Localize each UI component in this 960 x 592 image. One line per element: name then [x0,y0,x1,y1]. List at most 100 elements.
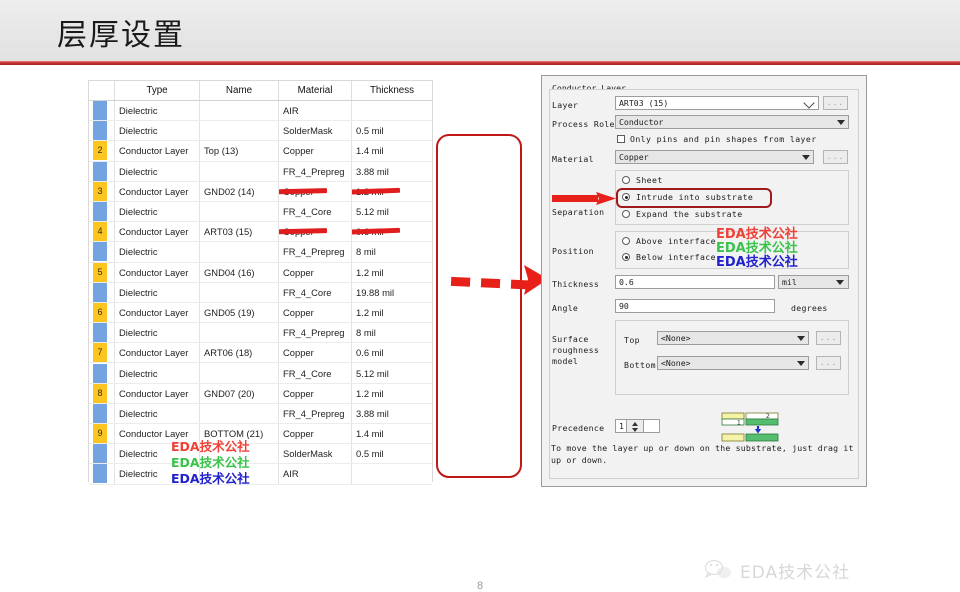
separation-option-intrude[interactable]: Intrude into substrate [636,192,753,202]
cell-thickness[interactable] [351,100,432,122]
cell-name[interactable]: GND02 (14) [199,181,279,202]
cell-thickness[interactable]: 19.88 mil [351,282,432,303]
table-row[interactable]: 5 Conductor Layer GND04 (16) Copper 1.2 mil [89,262,432,283]
cell-name[interactable]: ART06 (18) [199,342,279,364]
table-row[interactable]: Dielectric AIR [89,463,432,485]
separation-option-sheet[interactable]: Sheet [636,175,663,185]
cell-type[interactable]: Dielectric [114,161,200,182]
cell-thickness[interactable]: 8 mil [351,241,432,263]
table-row[interactable]: Dielectric FR_4_Prepreg 3.88 mil [89,161,432,182]
spinner-down-icon[interactable] [632,428,638,432]
cell-type[interactable]: Dielectric [114,362,200,384]
cell-name[interactable]: BOTTOM (21) [199,423,279,445]
cell-name[interactable]: Top (13) [199,140,279,162]
cell-material[interactable]: AIR [278,100,352,122]
cell-thickness[interactable]: 0.6 mil [351,221,432,243]
cell-material[interactable]: Copper [278,342,352,364]
cell-name[interactable] [199,362,279,384]
cell-material[interactable]: AIR [278,463,352,485]
cell-name[interactable] [199,443,279,465]
layer-browse-button[interactable]: ... [823,96,848,110]
cell-name[interactable]: GND05 (19) [199,302,279,324]
cell-type[interactable]: Conductor Layer [114,221,200,243]
cell-name[interactable] [199,403,279,425]
layer-stackup-table[interactable]: Type Name Material Thickness Dielectric A… [88,80,522,486]
cell-thickness[interactable]: 1.2 mil [351,181,432,202]
table-row[interactable]: Dielectric FR_4_Core 19.88 mil [89,282,432,303]
cell-name[interactable]: GND07 (20) [199,383,279,404]
column-header-type[interactable]: Type [114,81,200,101]
table-row[interactable]: Dielectric AIR [89,100,432,122]
table-row[interactable]: Dielectric FR_4_Prepreg 8 mil [89,241,432,263]
cell-type[interactable]: Conductor Layer [114,181,200,202]
table-row[interactable]: Dielectric FR_4_Prepreg 3.88 mil [89,403,432,425]
material-dropdown[interactable]: Copper [615,150,814,164]
roughness-bottom-chevron-down-icon[interactable] [797,361,805,366]
cell-thickness[interactable] [351,463,432,485]
thickness-unit-chevron-down-icon[interactable] [836,280,844,285]
roughness-top-browse-button[interactable]: ... [816,331,841,345]
cell-name[interactable] [199,282,279,303]
cell-material[interactable]: FR_4_Prepreg [278,322,352,344]
cell-name[interactable] [199,100,279,122]
table-row[interactable]: 9 Conductor Layer BOTTOM (21) Copper 1.4 mil [89,423,432,445]
cell-material[interactable]: FR_4_Prepreg [278,161,352,182]
cell-type[interactable]: Dielectric [114,100,200,122]
precedence-spinner[interactable] [626,419,644,433]
cell-type[interactable]: Dielectric [114,403,200,425]
cell-type[interactable]: Dielectric [114,241,200,263]
cell-material[interactable]: FR_4_Prepreg [278,403,352,425]
cell-material[interactable]: Copper [278,302,352,324]
cell-material[interactable]: FR_4_Core [278,282,352,303]
table-row[interactable]: 3 Conductor Layer GND02 (14) Copper 1.2 mil [89,181,432,202]
cell-type[interactable]: Dielectric [114,201,200,223]
separation-radio-intrude[interactable] [622,193,630,201]
table-row[interactable]: Dielectric FR_4_Core 5.12 mil [89,201,432,223]
cell-thickness[interactable]: 1.4 mil [351,140,432,162]
cell-material[interactable]: Copper [278,383,352,404]
cell-name[interactable] [199,120,279,142]
cell-type[interactable]: Dielectric [114,463,200,485]
only-pins-checkbox[interactable] [617,135,625,143]
roughness-bottom-browse-button[interactable]: ... [816,356,841,370]
cell-thickness[interactable]: 1.2 mil [351,383,432,404]
cell-thickness[interactable]: 5.12 mil [351,362,432,384]
roughness-top-chevron-down-icon[interactable] [797,336,805,341]
material-browse-button[interactable]: ... [823,150,848,164]
conductor-layer-dialog[interactable]: Conductor Layer Layer ART03 (15) ... Pro… [541,75,867,487]
table-row[interactable]: Dielectric SolderMask 0.5 mil [89,120,432,142]
cell-name[interactable] [199,241,279,263]
cell-type[interactable]: Conductor Layer [114,262,200,283]
table-row[interactable]: 2 Conductor Layer Top (13) Copper 1.4 mil [89,140,432,162]
table-row[interactable]: Dielectric FR_4_Prepreg 8 mil [89,322,432,344]
cell-name[interactable] [199,161,279,182]
separation-option-expand[interactable]: Expand the substrate [636,209,743,219]
material-chevron-down-icon[interactable] [802,155,810,160]
cell-thickness[interactable]: 8 mil [351,322,432,344]
table-row[interactable]: Dielectric SolderMask 0.5 mil [89,443,432,465]
column-header-thickness[interactable]: Thickness [351,81,432,101]
process-role-chevron-down-icon[interactable] [837,120,845,125]
spinner-up-icon[interactable] [632,422,638,426]
cell-thickness[interactable]: 5.12 mil [351,201,432,223]
roughness-bottom-dropdown[interactable]: <None> [657,356,809,370]
process-role-dropdown[interactable]: Conductor [615,115,849,129]
cell-type[interactable]: Dielectric [114,443,200,465]
table-row[interactable]: 4 Conductor Layer ART03 (15) Copper 0.6 mil [89,221,432,243]
separation-radio-expand[interactable] [622,210,630,218]
column-header-name[interactable]: Name [199,81,279,101]
cell-thickness[interactable]: 3.88 mil [351,161,432,182]
position-option-below[interactable]: Below interface [636,252,716,262]
cell-name[interactable]: GND04 (16) [199,262,279,283]
position-radio-above[interactable] [622,237,630,245]
cell-thickness[interactable]: 1.2 mil [351,302,432,324]
cell-type[interactable]: Conductor Layer [114,302,200,324]
cell-material[interactable]: Copper [278,140,352,162]
cell-thickness[interactable]: 1.2 mil [351,262,432,283]
cell-material[interactable]: Copper [278,423,352,445]
cell-type[interactable]: Dielectric [114,322,200,344]
cell-thickness[interactable]: 3.88 mil [351,403,432,425]
cell-thickness[interactable]: 1.4 mil [351,423,432,445]
cell-thickness[interactable]: 0.6 mil [351,342,432,364]
layer-combobox[interactable]: ART03 (15) [615,96,819,110]
